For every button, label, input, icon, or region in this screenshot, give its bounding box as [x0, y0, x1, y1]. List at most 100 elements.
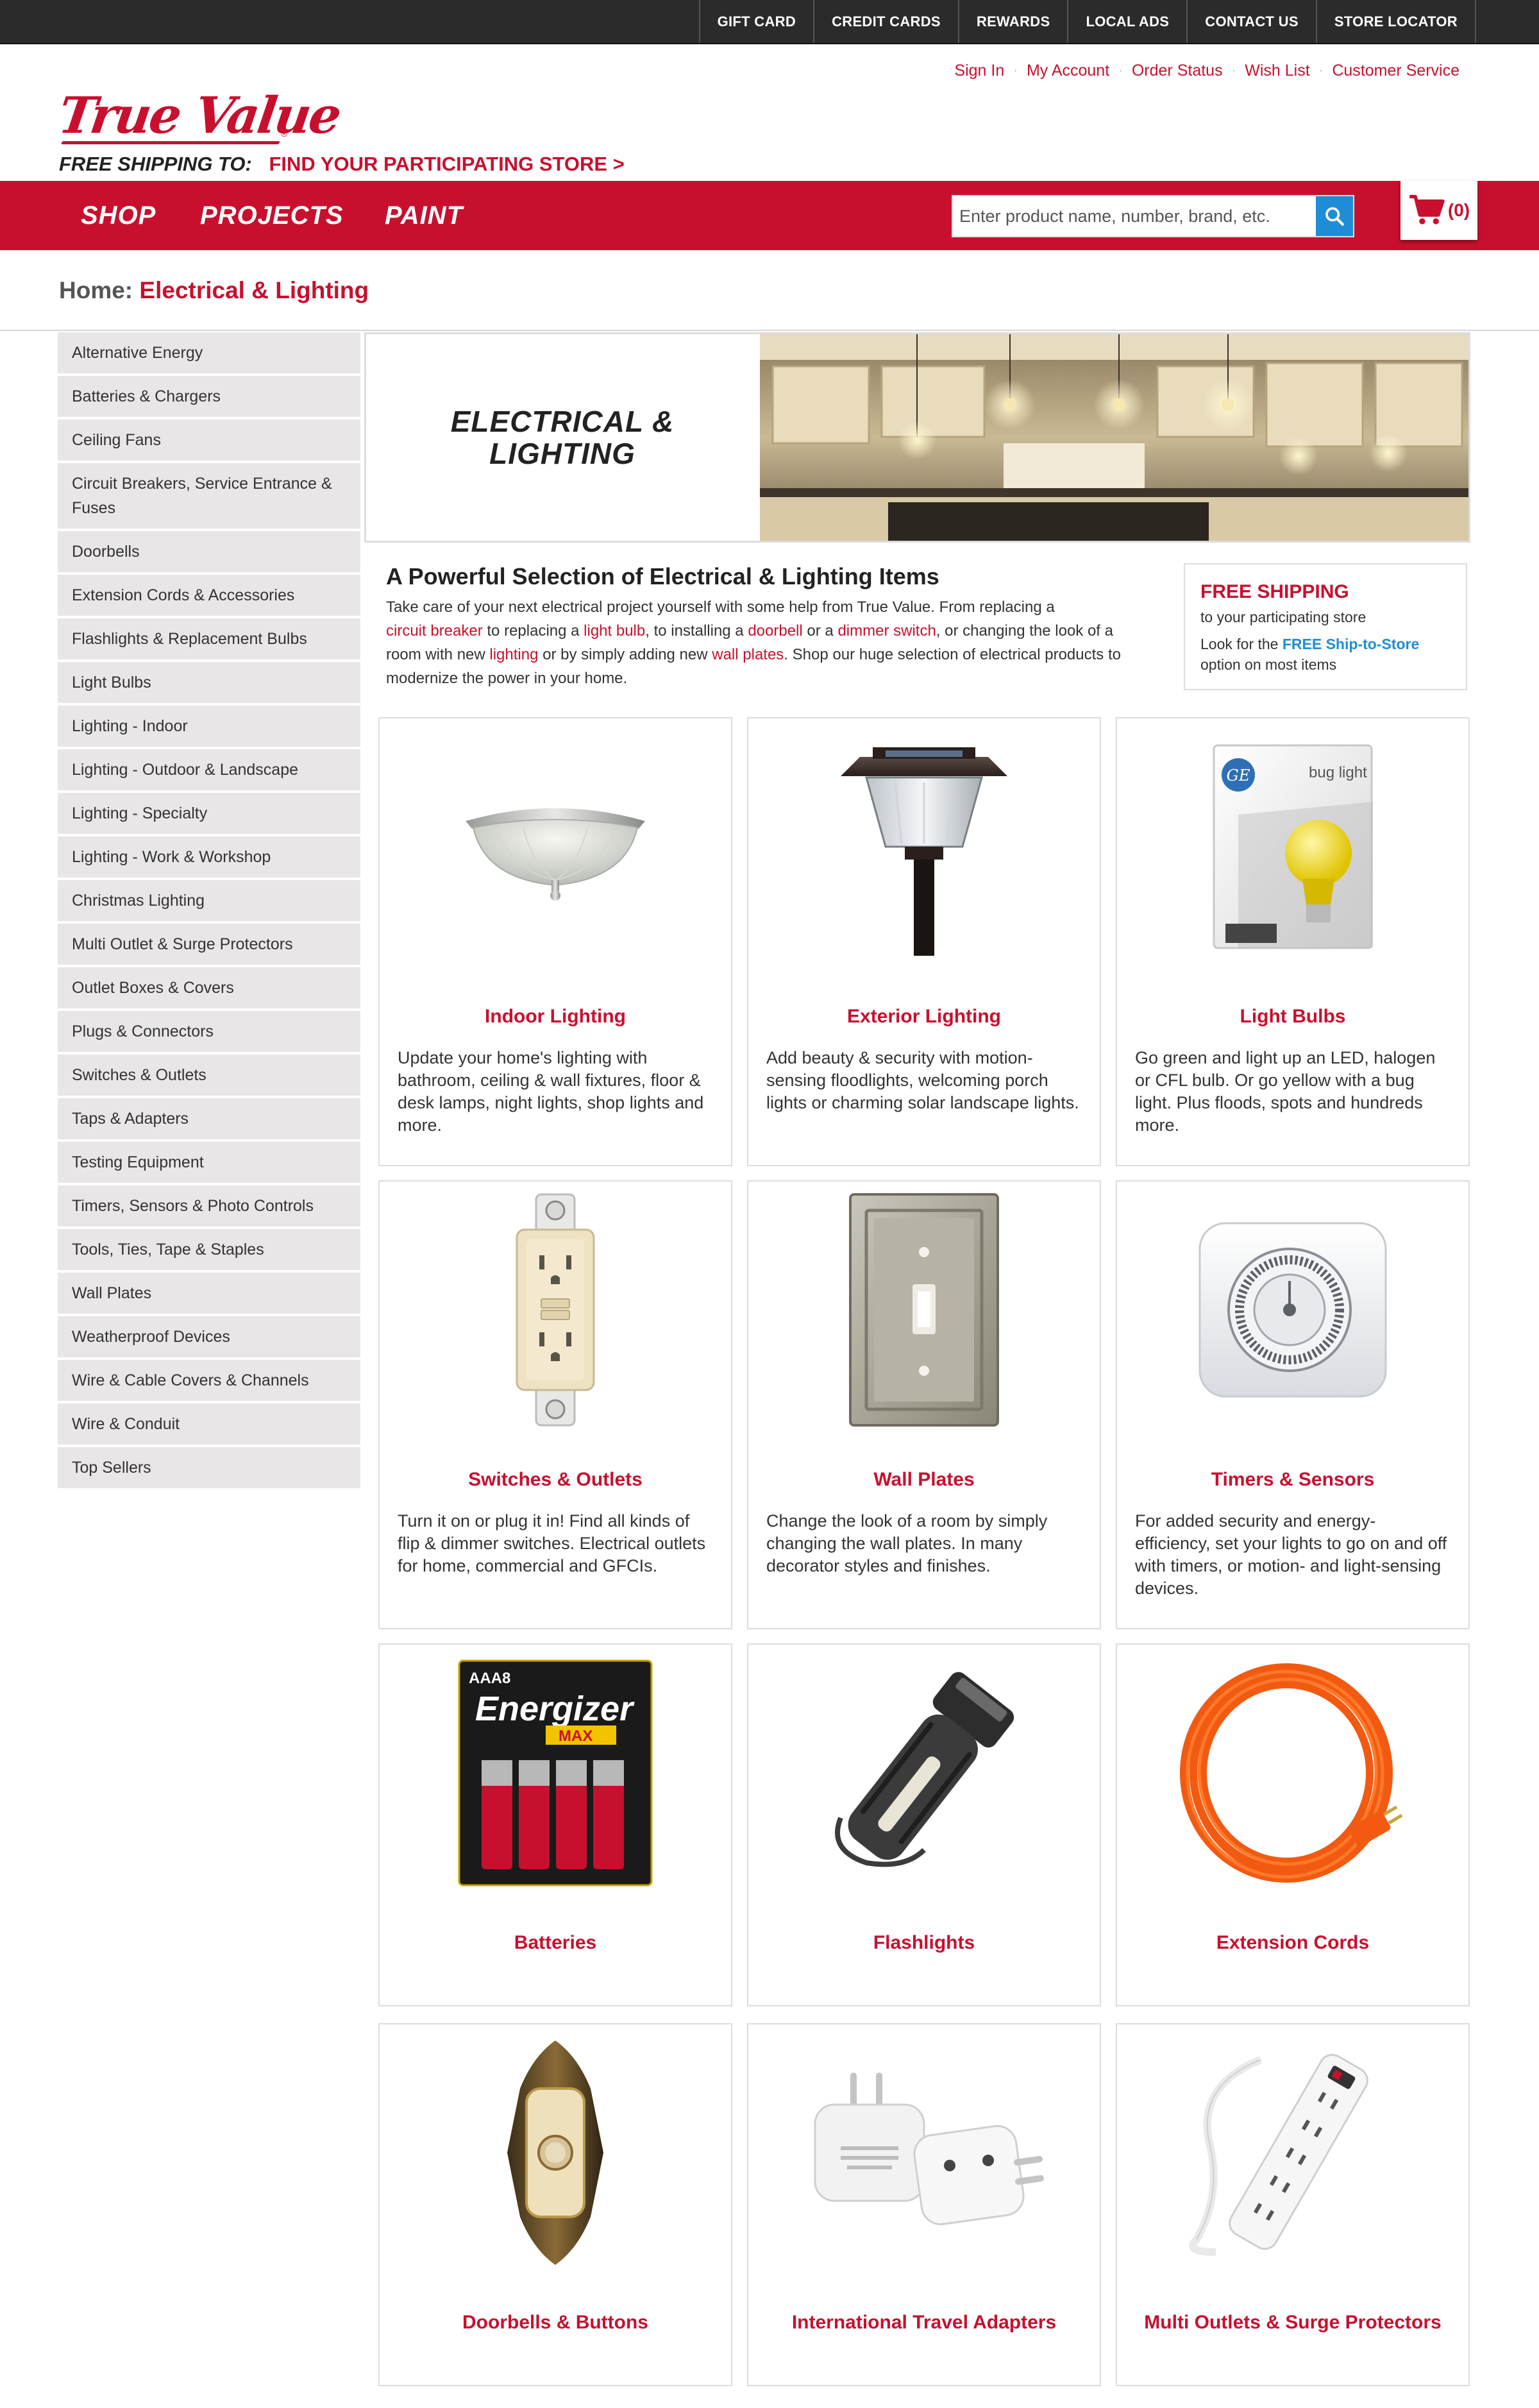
- sidebar-item[interactable]: Christmas Lighting: [58, 880, 360, 924]
- nav-projects[interactable]: PROJECTS: [200, 181, 344, 250]
- sidebar-item[interactable]: Timers, Sensors & Photo Controls: [58, 1185, 360, 1229]
- sidebar-item[interactable]: Alternative Energy: [58, 332, 360, 376]
- sidebar-item[interactable]: Doorbells: [58, 531, 360, 575]
- wish-list-link[interactable]: Wish List: [1245, 62, 1309, 80]
- card-description: For added security and energy-efficiency…: [1135, 1511, 1447, 1598]
- sidebar-item[interactable]: Extension Cords & Accessories: [58, 575, 360, 618]
- category-card-switches-outlets[interactable]: Switches & Outlets Turn it on or plug it…: [378, 1180, 732, 1629]
- contact-us-link[interactable]: CONTACT US: [1186, 0, 1316, 43]
- card-title: Indoor Lighting: [485, 1006, 626, 1027]
- sidebar-item[interactable]: Wire & Cable Covers & Channels: [58, 1360, 360, 1403]
- sidebar-item[interactable]: Wall Plates: [58, 1273, 360, 1316]
- circuit-breaker-link[interactable]: circuit breaker: [386, 622, 483, 640]
- intro-heading: A Powerful Selection of Electrical & Lig…: [386, 563, 939, 589]
- card-title: Light Bulbs: [1240, 1006, 1346, 1027]
- sidebar-item[interactable]: Switches & Outlets: [58, 1055, 360, 1098]
- breadcrumb: Home: Electrical & Lighting: [59, 277, 369, 304]
- sidebar-item[interactable]: Lighting - Outdoor & Landscape: [58, 749, 360, 793]
- true-value-logo[interactable]: True Value ®: [55, 87, 344, 145]
- nav-shop[interactable]: SHOP: [81, 181, 156, 250]
- free-shipping-subtitle: to your participating store: [1200, 609, 1367, 625]
- category-card-light-bulbs[interactable]: GE bug light Light Bulbs Go green and li…: [1116, 717, 1470, 1166]
- wall-plate-icon: [849, 1193, 999, 1427]
- category-card-flashlights[interactable]: Flashlights: [747, 1643, 1101, 2006]
- logo-text: True Value: [55, 87, 344, 145]
- order-status-link[interactable]: Order Status: [1132, 62, 1223, 80]
- free-shipping-label: FREE SHIPPING TO:: [59, 153, 252, 175]
- gift-card-link[interactable]: GIFT CARD: [698, 0, 813, 43]
- sidebar-item[interactable]: Lighting - Indoor: [58, 706, 360, 749]
- card-title: Flashlights: [873, 1932, 975, 1953]
- sign-in-link[interactable]: Sign In: [954, 62, 1004, 80]
- search-button[interactable]: [1316, 196, 1353, 236]
- customer-service-link[interactable]: Customer Service: [1332, 62, 1459, 80]
- category-card-extension-cords[interactable]: Extension Cords: [1116, 1643, 1470, 2006]
- rewards-link[interactable]: REWARDS: [957, 0, 1068, 43]
- sidebar-item[interactable]: Circuit Breakers, Service Entrance & Fus…: [58, 463, 360, 531]
- intro-text-part: or a: [802, 622, 838, 640]
- my-account-link[interactable]: My Account: [1027, 62, 1109, 80]
- breadcrumb-home[interactable]: Home:: [59, 277, 133, 303]
- card-title: Extension Cords: [1216, 1932, 1370, 1953]
- timer-icon: [1198, 1222, 1387, 1398]
- sidebar-item[interactable]: Ceiling Fans: [58, 420, 360, 463]
- separator: ·: [1118, 64, 1123, 78]
- light-bulb-link[interactable]: light bulb: [584, 622, 645, 640]
- category-card-exterior-lighting[interactable]: Exterior Lighting Add beauty & security …: [747, 717, 1101, 1166]
- sidebar-item[interactable]: Lighting - Work & Workshop: [58, 836, 360, 880]
- sidebar-item[interactable]: Lighting - Specialty: [58, 793, 360, 836]
- category-card-travel-adapters[interactable]: International Travel Adapters: [747, 2023, 1101, 2386]
- wall-plates-link[interactable]: wall plates: [712, 646, 784, 663]
- dimmer-switch-link[interactable]: dimmer switch: [837, 622, 936, 640]
- category-card-doorbells-buttons[interactable]: Doorbells & Buttons: [378, 2023, 732, 2386]
- battery-count-text: AAA8: [469, 1670, 510, 1687]
- sidebar-item[interactable]: Multi Outlet & Surge Protectors: [58, 924, 360, 967]
- hero-banner: ELECTRICAL & LIGHTING: [364, 332, 1470, 543]
- credit-cards-link[interactable]: CREDIT CARDS: [813, 0, 958, 43]
- nav-paint[interactable]: PAINT: [385, 181, 463, 250]
- ceiling-light-icon: [466, 808, 645, 901]
- sidebar-item[interactable]: Wire & Conduit: [58, 1403, 360, 1447]
- lighting-link[interactable]: lighting: [489, 646, 538, 663]
- sidebar-item[interactable]: Batteries & Chargers: [58, 376, 360, 420]
- utility-links: GIFT CARD CREDIT CARDS REWARDS LOCAL ADS…: [698, 0, 1476, 43]
- intro-section: A Powerful Selection of Electrical & Lig…: [386, 563, 1123, 690]
- category-card-batteries[interactable]: AAA8 Energizer MAX Batteries: [378, 1643, 732, 2006]
- category-sidebar: Alternative Energy Batteries & Chargers …: [58, 332, 360, 1491]
- sidebar-item[interactable]: Taps & Adapters: [58, 1098, 360, 1142]
- local-ads-link[interactable]: LOCAL ADS: [1067, 0, 1186, 43]
- note-prefix: Look for the: [1200, 636, 1282, 652]
- card-title: Doorbells & Buttons: [462, 2312, 648, 2333]
- sidebar-item[interactable]: Plugs & Connectors: [58, 1011, 360, 1055]
- sidebar-item[interactable]: Top Sellers: [58, 1447, 360, 1491]
- ship-to-store-link[interactable]: FREE Ship-to-Store: [1282, 636, 1419, 652]
- search-input[interactable]: [953, 196, 1316, 236]
- separator: ·: [1318, 64, 1324, 78]
- sidebar-item[interactable]: Light Bulbs: [58, 662, 360, 706]
- kitchen-lighting-image: [760, 334, 1468, 541]
- category-card-multi-outlets[interactable]: Multi Outlets & Surge Protectors: [1116, 2023, 1470, 2386]
- registered-mark: ®: [281, 128, 288, 139]
- separator: ·: [1013, 64, 1018, 78]
- card-image: AAA8 Energizer MAX: [380, 1645, 731, 1901]
- sidebar-item[interactable]: Testing Equipment: [58, 1142, 360, 1185]
- category-card-timers-sensors[interactable]: Timers & Sensors For added security and …: [1116, 1180, 1470, 1629]
- note-suffix: option on most items: [1200, 656, 1337, 673]
- store-locator-link[interactable]: STORE LOCATOR: [1315, 0, 1476, 43]
- intro-text: Take care of your next electrical projec…: [386, 595, 1123, 690]
- card-title: Exterior Lighting: [847, 1006, 1001, 1027]
- sidebar-item[interactable]: Weatherproof Devices: [58, 1316, 360, 1360]
- cart-button[interactable]: (0): [1400, 181, 1477, 240]
- card-title: Wall Plates: [873, 1469, 975, 1490]
- solar-lamp-icon: [841, 747, 1007, 956]
- category-card-indoor-lighting[interactable]: Indoor Lighting Update your home's light…: [378, 717, 732, 1166]
- find-store-link[interactable]: FIND YOUR PARTICIPATING STORE >: [269, 153, 624, 175]
- sidebar-item[interactable]: Tools, Ties, Tape & Staples: [58, 1229, 360, 1273]
- power-strip-icon: [1189, 2053, 1368, 2256]
- extension-cord-icon: [1180, 1663, 1403, 1883]
- card-image: GE bug light: [1117, 718, 1468, 975]
- doorbell-link[interactable]: doorbell: [748, 622, 802, 640]
- sidebar-item[interactable]: Outlet Boxes & Covers: [58, 967, 360, 1011]
- category-card-wall-plates[interactable]: Wall Plates Change the look of a room by…: [747, 1180, 1101, 1629]
- sidebar-item[interactable]: Flashlights & Replacement Bulbs: [58, 618, 360, 662]
